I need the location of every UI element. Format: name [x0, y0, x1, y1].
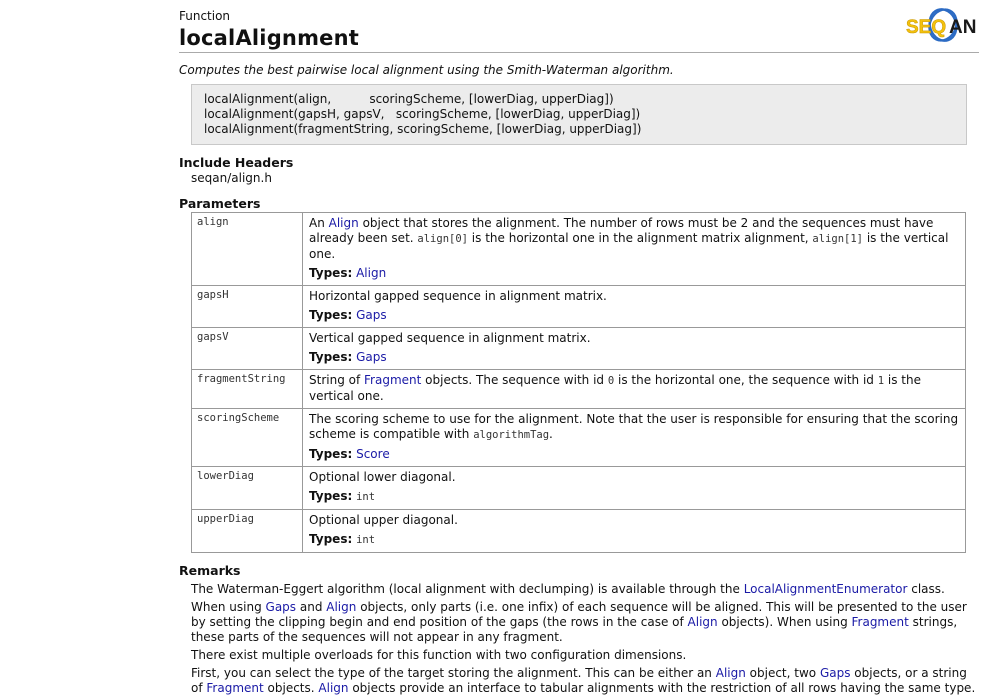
align-link[interactable]: Align — [716, 666, 746, 680]
param-name: gapsV — [191, 327, 303, 370]
signature-line: localAlignment(align, scoringScheme, [lo… — [204, 92, 614, 106]
param-description: An Align object that stores the alignmen… — [302, 212, 966, 286]
signature-line: localAlignment(gapsH, gapsV, scoringSche… — [204, 107, 641, 121]
score-type-link[interactable]: Score — [356, 447, 390, 461]
local-alignment-enumerator-link[interactable]: LocalAlignmentEnumerator — [744, 582, 908, 596]
table-row: gapsH Horizontal gapped sequence in alig… — [191, 285, 966, 328]
table-row: fragmentString String of Fragment object… — [191, 369, 966, 409]
remarks-paragraph: There exist multiple overloads for this … — [191, 648, 687, 662]
table-row: gapsV Vertical gapped sequence in alignm… — [191, 327, 966, 370]
param-name: gapsH — [191, 285, 303, 328]
table-row: upperDiag Optional upper diagonal. Types… — [191, 509, 966, 553]
include-heading: Include Headers — [179, 155, 294, 170]
fragment-link[interactable]: Fragment — [206, 681, 263, 695]
type-code: int — [356, 534, 376, 546]
param-name: lowerDiag — [191, 466, 303, 510]
table-row: scoringScheme The scoring scheme to use … — [191, 408, 966, 467]
type-code: int — [356, 491, 376, 503]
gaps-link[interactable]: Gaps — [266, 600, 297, 614]
param-description: The scoring scheme to use for the alignm… — [302, 408, 966, 467]
parameters-table: align An Align object that stores the al… — [191, 212, 966, 553]
inline-code: algorithmTag — [473, 429, 550, 441]
param-types: Types: Score — [309, 447, 390, 461]
param-types: Types: Gaps — [309, 350, 387, 364]
gaps-type-link[interactable]: Gaps — [356, 308, 387, 322]
inline-code: align[0] — [417, 233, 468, 245]
param-description: String of Fragment objects. The sequence… — [302, 369, 966, 409]
title-divider — [179, 52, 979, 53]
inline-code: align[1] — [812, 233, 863, 245]
param-types: Types: int — [309, 532, 376, 546]
param-name: upperDiag — [191, 509, 303, 553]
param-name: align — [191, 212, 303, 286]
align-link[interactable]: Align — [688, 615, 718, 629]
param-description: Optional lower diagonal. Types: int — [302, 466, 966, 510]
signature-box: localAlignment(align, scoringScheme, [lo… — [191, 84, 967, 145]
gaps-type-link[interactable]: Gaps — [356, 350, 387, 364]
remarks-section: Remarks The Waterman-Eggert algorithm (l… — [179, 563, 979, 696]
parameters-heading: Parameters — [179, 196, 261, 211]
parameters-section: Parameters align An Align object that st… — [179, 196, 979, 553]
signature-line: localAlignment(fragmentString, scoringSc… — [204, 122, 642, 136]
param-description: Horizontal gapped sequence in alignment … — [302, 285, 966, 328]
gaps-link[interactable]: Gaps — [820, 666, 851, 680]
table-row: lowerDiag Optional lower diagonal. Types… — [191, 466, 966, 510]
param-name: fragmentString — [191, 369, 303, 409]
remarks-paragraph: The Waterman-Eggert algorithm (local ali… — [191, 582, 945, 596]
entity-kind: Function — [179, 9, 231, 23]
page-title: localAlignment — [179, 26, 359, 50]
param-types: Types: Gaps — [309, 308, 387, 322]
param-description: Optional upper diagonal. Types: int — [302, 509, 966, 553]
align-link[interactable]: Align — [318, 681, 348, 695]
summary-text: Computes the best pairwise local alignme… — [179, 63, 674, 77]
param-types: Types: int — [309, 489, 376, 503]
remarks-heading: Remarks — [179, 563, 241, 578]
align-link[interactable]: Align — [326, 600, 356, 614]
include-section: Include Headers seqan/align.h — [179, 155, 979, 186]
fragment-link[interactable]: Fragment — [852, 615, 909, 629]
param-types: Types: Align — [309, 266, 387, 280]
param-description: Vertical gapped sequence in alignment ma… — [302, 327, 966, 370]
table-row: align An Align object that stores the al… — [191, 212, 966, 286]
remarks-paragraph: First, you can select the type of the ta… — [191, 666, 976, 695]
remarks-paragraph: When using Gaps and Align objects, only … — [191, 600, 967, 644]
doc-page: Function localAlignment Computes the bes… — [179, 0, 979, 696]
fragment-link[interactable]: Fragment — [364, 373, 421, 387]
align-type-link[interactable]: Align — [356, 266, 386, 280]
param-name: scoringScheme — [191, 408, 303, 467]
align-link[interactable]: Align — [329, 216, 359, 230]
include-file: seqan/align.h — [191, 171, 272, 185]
